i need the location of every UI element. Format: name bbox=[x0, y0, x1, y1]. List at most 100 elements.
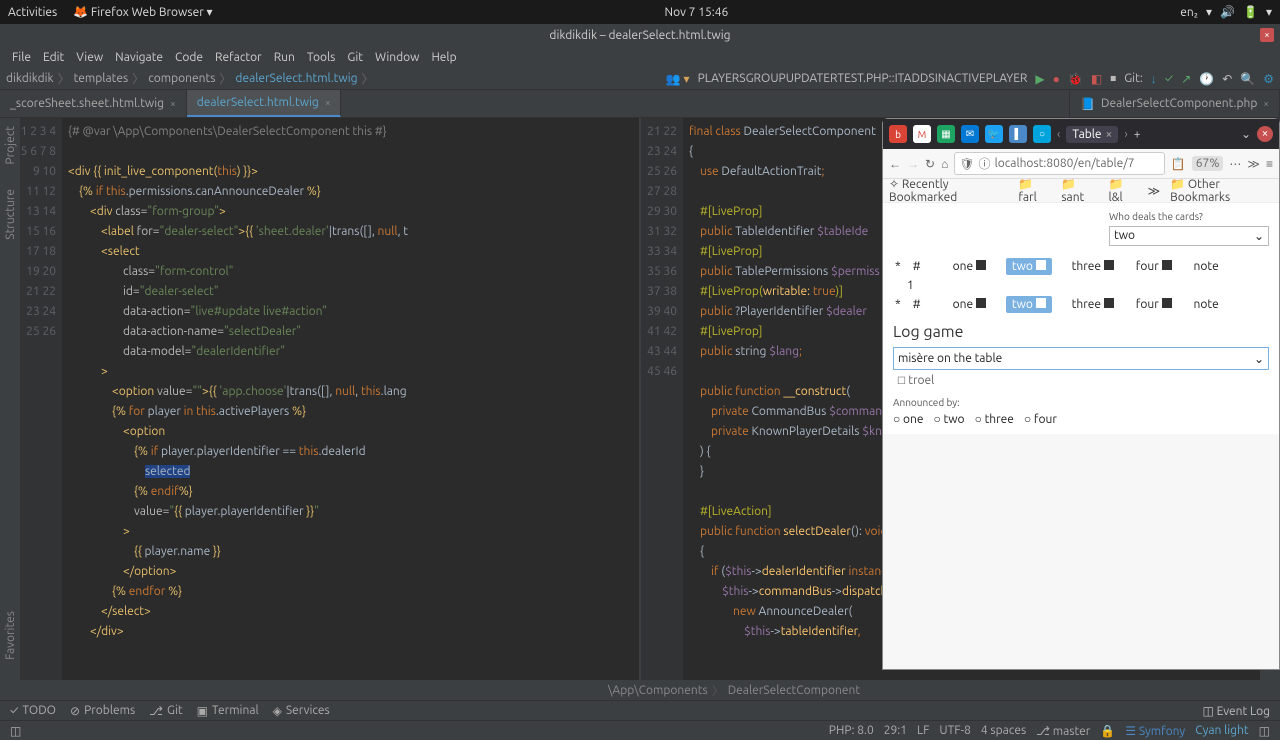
status-branch[interactable]: ⎇ master bbox=[1036, 724, 1090, 738]
zoom-level[interactable]: 67% bbox=[1192, 156, 1224, 171]
radio-one[interactable]: ○ one bbox=[893, 412, 924, 426]
menu-git[interactable]: Git bbox=[341, 51, 369, 64]
run-button[interactable]: ▶ bbox=[1035, 72, 1044, 86]
pinned-tab-icon[interactable]: 🐦 bbox=[985, 125, 1003, 143]
reload-button[interactable]: ↻ bbox=[925, 157, 935, 171]
profile-button[interactable]: ⏹ bbox=[1110, 72, 1116, 86]
info-icon[interactable]: ⓘ bbox=[979, 155, 991, 172]
menu-run[interactable]: Run bbox=[268, 51, 301, 64]
search-icon[interactable]: 🔍 bbox=[1240, 72, 1255, 86]
tab-scoresheet[interactable]: _scoreSheet.sheet.html.twig× bbox=[0, 90, 187, 117]
breadcrumb-dir[interactable]: templates bbox=[74, 72, 129, 85]
shield-icon[interactable]: 🛡 bbox=[959, 157, 974, 171]
other-bookmarks[interactable]: 📁 Other Bookmarks bbox=[1170, 177, 1273, 204]
crumb-class[interactable]: DealerSelectComponent bbox=[728, 684, 860, 697]
lang-indicator[interactable]: en₂ bbox=[1180, 6, 1198, 19]
sidebar-project[interactable]: Project bbox=[4, 126, 17, 165]
sidebar-favorites[interactable]: Favorites bbox=[4, 611, 17, 660]
pinned-tab-icon[interactable]: M bbox=[913, 125, 931, 143]
breadcrumb-project[interactable]: dikdikdik bbox=[6, 72, 54, 85]
tab-list-icon[interactable]: ⌄ bbox=[1241, 127, 1251, 141]
status-line-ending[interactable]: LF bbox=[917, 724, 929, 737]
bookmark-folder[interactable]: 📁 l&l bbox=[1108, 177, 1137, 204]
radio-four[interactable]: ○ four bbox=[1024, 412, 1057, 426]
url-bar[interactable]: 🛡 ⓘ localhost:8080/en/table/7 bbox=[954, 152, 1165, 175]
status-php[interactable]: PHP: 8.0 bbox=[829, 724, 874, 737]
tab-dealerselect-php[interactable]: 📘 DealerSelectComponent.php× bbox=[1069, 90, 1280, 117]
debug-button[interactable]: 🐞 bbox=[1068, 72, 1083, 86]
power-icon[interactable]: ▾ bbox=[1266, 5, 1272, 19]
code-left[interactable]: {# @var \App\Components\DealerSelectComp… bbox=[62, 118, 639, 680]
git-revert-icon[interactable]: ↶ bbox=[1222, 72, 1232, 86]
battery-icon[interactable]: 🔋 bbox=[1243, 5, 1258, 19]
tab-close-icon[interactable]: × bbox=[1263, 98, 1269, 109]
tool-eventlog[interactable]: ◫ Event Log bbox=[1203, 704, 1270, 718]
volume-icon[interactable]: 🔊 bbox=[1220, 5, 1235, 19]
coverage-button[interactable]: ◧ bbox=[1091, 72, 1102, 86]
close-window-button[interactable]: × bbox=[1260, 28, 1274, 42]
tool-terminal[interactable]: ▣ Terminal bbox=[197, 704, 259, 718]
status-indent[interactable]: 4 spaces bbox=[981, 724, 1026, 737]
stop-button[interactable]: ● bbox=[1053, 72, 1060, 86]
users-icon[interactable]: 👥 ▾ bbox=[666, 72, 690, 86]
game-type-select[interactable]: misère on the table⌄ bbox=[893, 347, 1269, 370]
menu-help[interactable]: Help bbox=[425, 51, 462, 64]
hamburger-icon[interactable]: ⋯ bbox=[1229, 157, 1241, 171]
tab-nav-fwd-icon[interactable]: › bbox=[1124, 128, 1127, 141]
editor-left[interactable]: 1 2 3 4 5 6 7 8 9 10 11 12 13 14 15 16 1… bbox=[20, 118, 639, 680]
git-commit-icon[interactable]: ✓ bbox=[1165, 72, 1173, 85]
forward-button[interactable]: → bbox=[907, 157, 919, 171]
tab-close-icon[interactable]: × bbox=[1106, 128, 1113, 141]
status-corner-icon[interactable]: ◫ bbox=[1259, 724, 1270, 738]
status-theme[interactable]: Cyan light bbox=[1195, 724, 1248, 737]
breadcrumb-dir[interactable]: components bbox=[148, 72, 215, 85]
tab-dealerselect-twig[interactable]: dealerSelect.html.twig× bbox=[187, 90, 342, 117]
overflow-icon[interactable]: ≫ bbox=[1247, 157, 1260, 171]
status-encoding[interactable]: UTF-8 bbox=[939, 724, 970, 737]
sidebar-structure[interactable]: Structure bbox=[4, 189, 17, 240]
git-push-icon[interactable]: ↗ bbox=[1181, 72, 1191, 86]
tool-services[interactable]: ◈ Services bbox=[273, 704, 330, 718]
menu-refactor[interactable]: Refactor bbox=[209, 51, 268, 64]
lock-icon[interactable]: 🔒 bbox=[1100, 724, 1115, 738]
browser-tab[interactable]: Table× bbox=[1066, 126, 1118, 143]
bookmark-recent[interactable]: ✧ Recently Bookmarked bbox=[889, 177, 1008, 204]
pinned-tab-icon[interactable]: ✉ bbox=[961, 125, 979, 143]
dropdown-option[interactable]: ☐ troel bbox=[893, 372, 1269, 389]
back-button[interactable]: ← bbox=[889, 157, 901, 171]
tab-close-icon[interactable]: × bbox=[170, 98, 176, 109]
menu-window[interactable]: Window bbox=[369, 51, 425, 64]
pinned-tab-icon[interactable]: ▌ bbox=[1009, 125, 1027, 143]
crumb-namespace[interactable]: \App\Components bbox=[608, 684, 708, 697]
tool-problems[interactable]: ⊘ Problems bbox=[70, 704, 135, 718]
tab-close-icon[interactable]: × bbox=[325, 97, 331, 108]
status-indicator-icon[interactable]: ◫ bbox=[10, 724, 21, 738]
radio-three[interactable]: ○ three bbox=[975, 412, 1014, 426]
bookmark-folder[interactable]: 📁 sant bbox=[1061, 177, 1098, 204]
bookmark-folder[interactable]: 📁 farl bbox=[1018, 177, 1051, 204]
menu-view[interactable]: View bbox=[70, 51, 109, 64]
pinned-tab-icon[interactable]: ○ bbox=[1033, 125, 1051, 143]
breadcrumb-file[interactable]: dealerSelect.html.twig bbox=[235, 72, 357, 85]
settings-icon[interactable]: ⚙ bbox=[1263, 72, 1274, 86]
new-tab-button[interactable]: + bbox=[1134, 128, 1141, 141]
pinned-tab-icon[interactable]: ▦ bbox=[937, 125, 955, 143]
status-framework[interactable]: ☰ Symfony bbox=[1125, 724, 1185, 738]
menu-icon[interactable]: ≡ bbox=[1266, 157, 1273, 171]
app-name[interactable]: Firefox Web Browser bbox=[91, 6, 204, 19]
tool-todo[interactable]: ✓ TODO bbox=[10, 704, 56, 717]
pinned-tab-icon[interactable]: b bbox=[889, 125, 907, 143]
activities-button[interactable]: Activities bbox=[8, 6, 57, 19]
dealer-select[interactable]: two⌄ bbox=[1109, 226, 1269, 246]
tab-nav-back-icon[interactable]: ‹ bbox=[1057, 128, 1060, 141]
network-icon[interactable]: ▾ bbox=[1206, 5, 1212, 19]
run-config[interactable]: PLAYERSGROUPUPDATERTEST.PHP::ITADDSINACT… bbox=[698, 72, 1028, 85]
git-history-icon[interactable]: 🕐 bbox=[1199, 72, 1214, 86]
menu-code[interactable]: Code bbox=[169, 51, 209, 64]
git-update-icon[interactable]: ↓ bbox=[1151, 72, 1157, 86]
bookmark-overflow-icon[interactable]: ≫ bbox=[1148, 184, 1161, 198]
radio-two[interactable]: ○ two bbox=[934, 412, 965, 426]
browser-close-button[interactable]: × bbox=[1257, 126, 1273, 142]
menu-tools[interactable]: Tools bbox=[301, 51, 342, 64]
clipboard-icon[interactable]: 📋 bbox=[1171, 157, 1186, 171]
